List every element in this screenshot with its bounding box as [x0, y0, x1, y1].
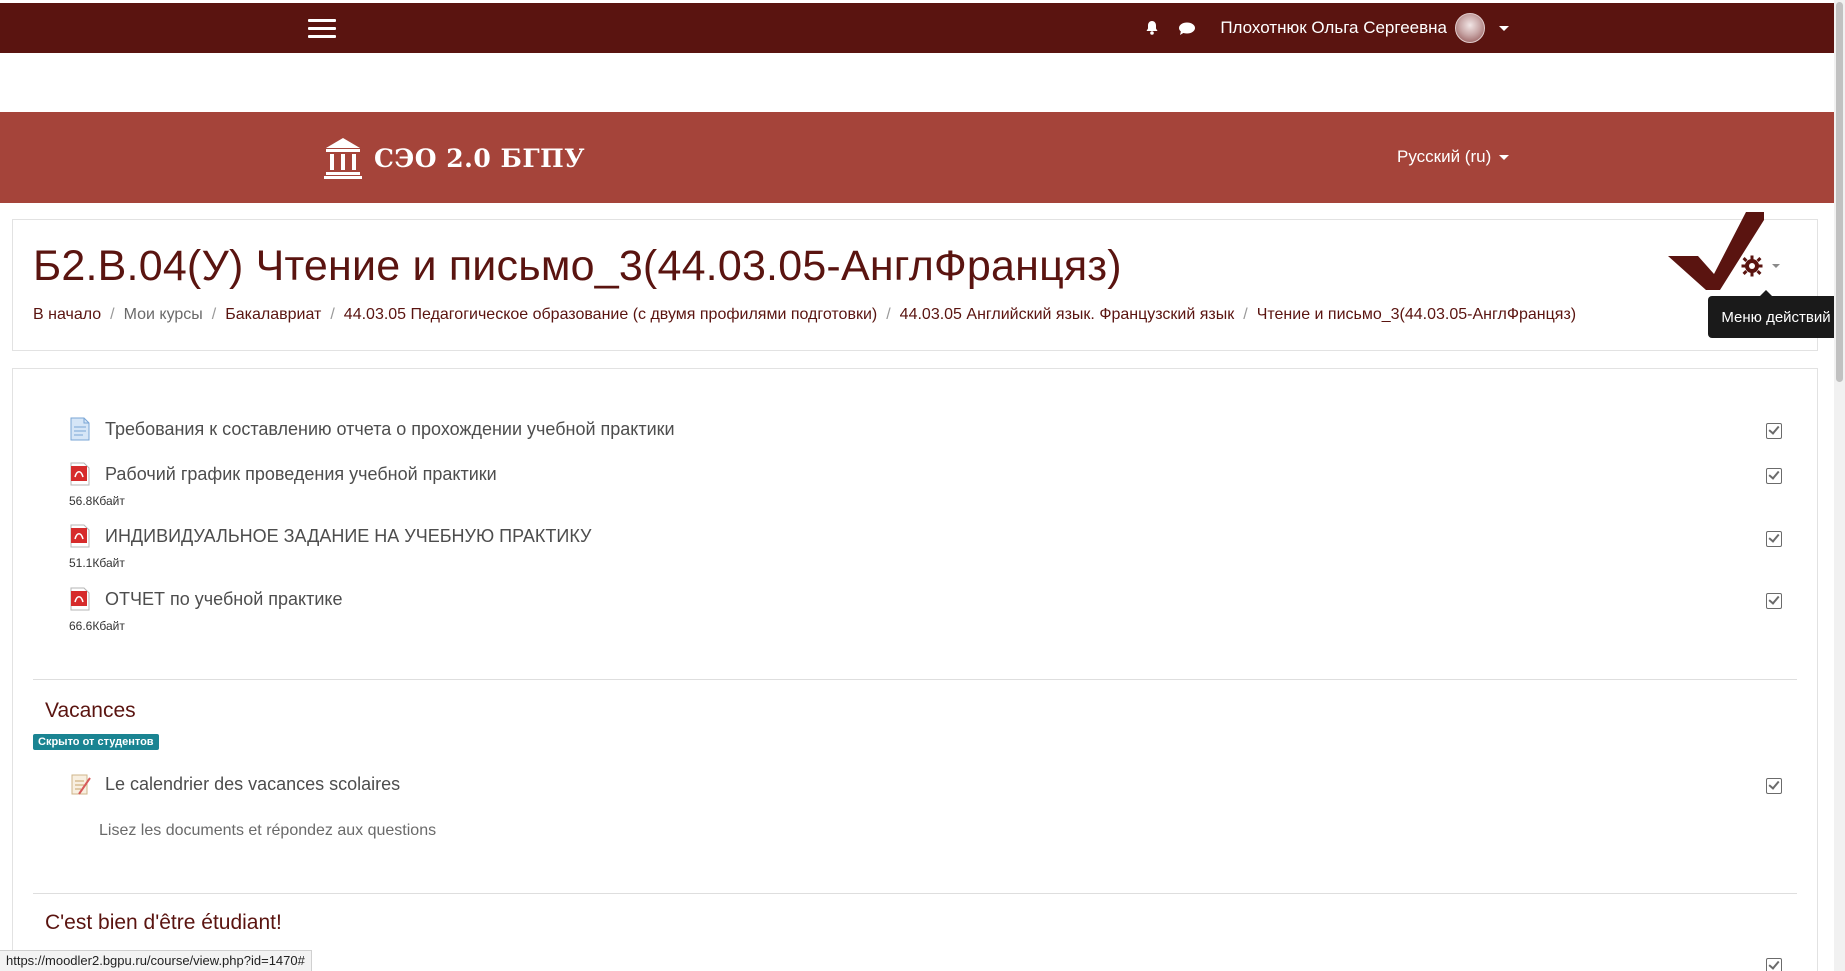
pdf-icon	[69, 587, 91, 611]
section-divider	[33, 679, 1797, 680]
hidden-badge: Скрыто от студентов	[33, 734, 159, 750]
activity-title: ИНДИВИДУАЛЬНОЕ ЗАДАНИЕ НА УЧЕБНУЮ ПРАКТИ…	[105, 525, 592, 546]
avatar[interactable]	[1455, 13, 1485, 43]
language-label: Русский (ru)	[1397, 147, 1492, 166]
activity-description: Lisez les documents et répondez aux ques…	[99, 822, 437, 839]
hamburger-menu-icon[interactable]	[308, 19, 336, 39]
gear-icon	[1741, 255, 1763, 277]
page-header: Б2.В.04(У) Чтение и письмо_3(44.03.05-Ан…	[12, 219, 1818, 351]
site-logo[interactable]: СЭО 2.0 БГПУ	[324, 136, 585, 180]
chevron-down-icon	[1772, 264, 1780, 268]
completion-checkbox[interactable]	[1766, 468, 1782, 484]
checkmark-overlay-icon	[1668, 212, 1764, 290]
breadcrumb-bachelor[interactable]: Бакалавриат	[225, 306, 321, 324]
language-selector[interactable]: Русский (ru)	[1397, 147, 1510, 167]
activity-item[interactable]: ОТЧЕТ по учебной практике	[69, 587, 343, 611]
breadcrumb-profile[interactable]: 44.03.05 Английский язык. Французский яз…	[900, 306, 1235, 324]
activity-title: Le calendrier des vacances scolaires	[105, 773, 401, 794]
file-size: 66.6Кбайт	[69, 619, 125, 633]
breadcrumb-home[interactable]: В начало	[33, 306, 101, 324]
pdf-icon	[69, 524, 91, 548]
completion-checkbox[interactable]	[1766, 778, 1782, 794]
site-title: СЭО 2.0 БГПУ	[374, 143, 585, 173]
top-navbar: Плохотнюк Ольга Сергеевна	[0, 3, 1834, 53]
chat-icon[interactable]	[1178, 20, 1196, 36]
activity-title: Требования к составлению отчета о прохож…	[105, 418, 675, 439]
breadcrumb-program[interactable]: 44.03.05 Педагогическое образование (с д…	[344, 306, 877, 324]
activity-item[interactable]: Рабочий график проведения учебной практи…	[69, 462, 497, 486]
brand-header: СЭО 2.0 БГПУ Русский (ru)	[0, 112, 1834, 203]
chevron-down-icon	[1499, 155, 1510, 161]
file-size: 56.8Кбайт	[69, 494, 125, 508]
activity-title: ОТЧЕТ по учебной практике	[105, 588, 343, 609]
chevron-down-icon[interactable]	[1499, 25, 1509, 31]
section-title[interactable]: Vacances	[45, 699, 136, 723]
actions-menu-button[interactable]	[1740, 254, 1780, 278]
breadcrumb-my-courses[interactable]: Мои курсы	[124, 306, 203, 324]
bell-icon[interactable]	[1144, 20, 1160, 36]
activity-item[interactable]: Le calendrier des vacances scolaires	[69, 772, 400, 796]
file-size: 51.1Кбайт	[69, 556, 125, 570]
breadcrumb: В начало / Мои курсы / Бакалавриат / 44.…	[33, 306, 1577, 324]
assignment-icon	[69, 772, 91, 796]
user-menu-name[interactable]: Плохотнюк Ольга Сергеевна	[1220, 18, 1447, 38]
course-content: Требования к составлению отчета о прохож…	[12, 368, 1818, 971]
page-icon	[69, 417, 91, 441]
activity-title: Рабочий график проведения учебной практи…	[105, 463, 497, 484]
section-divider	[33, 893, 1797, 894]
completion-checkbox[interactable]	[1766, 531, 1782, 547]
completion-checkbox[interactable]	[1766, 958, 1782, 971]
activity-item[interactable]: ИНДИВИДУАЛЬНОЕ ЗАДАНИЕ НА УЧЕБНУЮ ПРАКТИ…	[69, 524, 591, 548]
completion-checkbox[interactable]	[1766, 423, 1782, 439]
activity-item[interactable]: Требования к составлению отчета о прохож…	[69, 417, 675, 441]
user-area: Плохотнюк Ольга Сергеевна	[1144, 3, 1509, 53]
actions-tooltip: Меню действий	[1708, 290, 1844, 338]
institution-icon	[324, 136, 362, 180]
status-bar-url: https://moodler2.bgpu.ru/course/view.php…	[0, 950, 312, 971]
breadcrumb-course[interactable]: Чтение и письмо_3(44.03.05-АнглФранцяз)	[1257, 306, 1576, 324]
section-title[interactable]: C'est bien d'être étudiant!	[45, 911, 282, 935]
completion-checkbox[interactable]	[1766, 593, 1782, 609]
pdf-icon	[69, 462, 91, 486]
page-title: Б2.В.04(У) Чтение и письмо_3(44.03.05-Ан…	[33, 242, 1122, 290]
scrollbar-thumb[interactable]	[1836, 2, 1843, 382]
